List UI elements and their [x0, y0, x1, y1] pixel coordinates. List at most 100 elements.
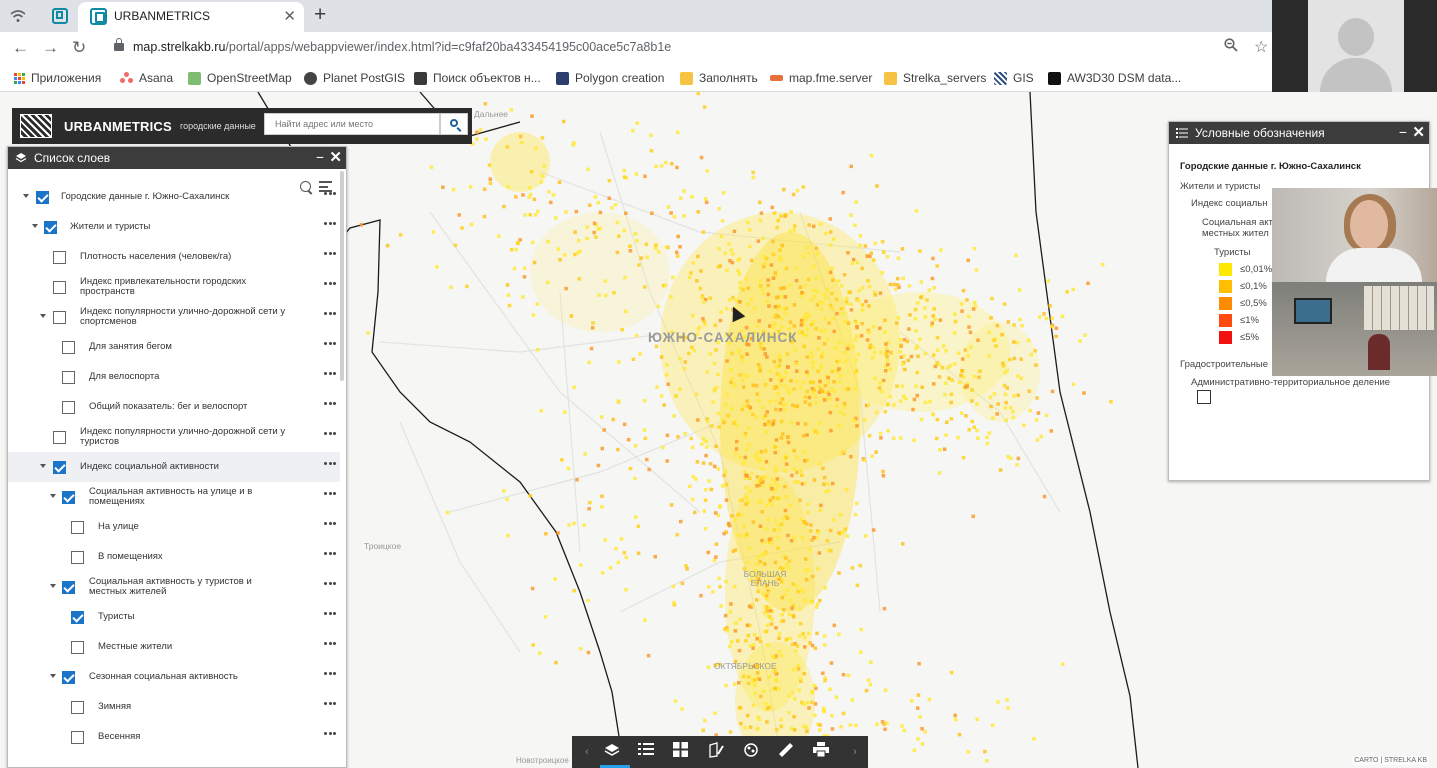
layer-row[interactable]: Индекс популярности улично-дорожной сети…	[8, 422, 340, 452]
layer-row[interactable]: Для велоспорта	[8, 362, 340, 392]
layer-row[interactable]: Индекс привлекательности городских прост…	[8, 272, 340, 302]
layer-checkbox[interactable]	[62, 401, 75, 414]
legend-widget-button[interactable]	[638, 742, 660, 762]
expand-arrow-icon[interactable]	[40, 314, 46, 318]
map-view[interactable]: Дальнее ЮЖНО-САХАЛИНСК Троицкое БОЛЬШАЯ …	[0, 92, 1437, 768]
layer-checkbox[interactable]	[62, 371, 75, 384]
bookmark-planet-postgis[interactable]: Planet PostGIS	[304, 71, 405, 85]
layer-checkbox[interactable]	[53, 431, 66, 444]
map-attribution[interactable]: CARTO | STRELKA KB	[1352, 756, 1429, 765]
pinned-tab-favicon-icon[interactable]	[50, 6, 70, 26]
more-options-icon[interactable]	[324, 582, 336, 586]
layer-checkbox[interactable]	[36, 191, 49, 204]
bookmark-search-objects[interactable]: Поиск объектов н...	[414, 71, 541, 85]
layer-checkbox[interactable]	[53, 461, 66, 474]
forward-icon[interactable]: →	[42, 38, 59, 58]
layer-row[interactable]: Индекс популярности улично-дорожной сети…	[8, 302, 340, 332]
bookmark-openstreetmap[interactable]: OpenStreetMap	[188, 71, 292, 85]
layer-checkbox[interactable]	[71, 731, 84, 744]
layer-checkbox[interactable]	[71, 611, 84, 624]
layer-row[interactable]: Социальная активность у туристов и местн…	[8, 572, 340, 602]
more-options-icon[interactable]	[324, 672, 336, 676]
bookmark-gis[interactable]: GIS	[994, 71, 1034, 85]
expand-arrow-icon[interactable]	[50, 584, 56, 588]
more-options-icon[interactable]	[324, 312, 336, 316]
print-widget-button[interactable]	[813, 742, 835, 762]
layer-checkbox[interactable]	[71, 701, 84, 714]
measure-widget-button[interactable]	[778, 742, 800, 762]
search-button[interactable]	[440, 113, 468, 135]
layer-row[interactable]: Городские данные г. Южно-Сахалинск	[8, 182, 340, 212]
more-options-icon[interactable]	[324, 282, 336, 286]
layer-row[interactable]: На улице	[8, 512, 340, 542]
more-options-icon[interactable]	[324, 222, 336, 226]
layer-checkbox[interactable]	[53, 281, 66, 294]
layer-checkbox[interactable]	[62, 341, 75, 354]
layer-row[interactable]: Весенняя	[8, 722, 340, 752]
minimize-icon[interactable]: −	[1399, 124, 1407, 140]
layer-checkbox[interactable]	[71, 521, 84, 534]
layer-checkbox[interactable]	[44, 221, 57, 234]
browser-tab-active[interactable]: URBANMETRICS ✕	[78, 2, 304, 32]
zoom-icon[interactable]	[1224, 38, 1238, 56]
layer-row[interactable]: Индекс социальной активности	[8, 452, 340, 482]
layer-checkbox[interactable]	[53, 311, 66, 324]
scroll-left-icon[interactable]: ‹	[576, 742, 598, 762]
layer-row[interactable]: Для занятия бегом	[8, 332, 340, 362]
back-icon[interactable]: ←	[12, 38, 29, 58]
layer-row[interactable]: Местные жители	[8, 632, 340, 662]
expand-arrow-icon[interactable]	[32, 224, 38, 228]
layer-row[interactable]: Социальная активность на улице и в помещ…	[8, 482, 340, 512]
more-options-icon[interactable]	[324, 342, 336, 346]
close-icon[interactable]: ✕	[1412, 123, 1425, 141]
wifi-icon[interactable]	[8, 6, 28, 26]
more-options-icon[interactable]	[324, 612, 336, 616]
new-tab-icon[interactable]: +	[314, 3, 326, 27]
layer-row[interactable]: Общий показатель: бег и велоспорт	[8, 392, 340, 422]
layer-checkbox[interactable]	[53, 251, 66, 264]
more-options-icon[interactable]	[324, 702, 336, 706]
bookmark-fme-server[interactable]: map.fme.server	[770, 71, 872, 85]
layer-checkbox[interactable]	[71, 551, 84, 564]
bookmark-star-icon[interactable]: ☆	[1254, 37, 1268, 57]
layer-row[interactable]: Жители и туристы	[8, 212, 340, 242]
lock-icon[interactable]	[114, 38, 124, 51]
bookmark-asana[interactable]: Asana	[120, 71, 173, 85]
minimize-icon[interactable]: −	[316, 149, 324, 165]
more-options-icon[interactable]	[324, 522, 336, 526]
layer-checkbox[interactable]	[71, 641, 84, 654]
more-options-icon[interactable]	[324, 252, 336, 256]
bookmark-polygon-creation[interactable]: Polygon creation	[556, 71, 664, 85]
tab-close-icon[interactable]: ✕	[283, 7, 296, 25]
more-options-icon[interactable]	[324, 462, 336, 466]
layer-checkbox[interactable]	[62, 581, 75, 594]
more-options-icon[interactable]	[324, 492, 336, 496]
expand-arrow-icon[interactable]	[40, 464, 46, 468]
layer-checkbox[interactable]	[62, 671, 75, 684]
bookmark-aw3d30[interactable]: AW3D30 DSM data...	[1048, 71, 1181, 85]
bookmark-zapolnyat[interactable]: Заполнять	[680, 71, 758, 85]
expand-arrow-icon[interactable]	[50, 674, 56, 678]
layer-row[interactable]: Туристы	[8, 602, 340, 632]
scrollbar[interactable]	[340, 171, 344, 381]
more-options-icon[interactable]	[324, 372, 336, 376]
expand-arrow-icon[interactable]	[50, 494, 56, 498]
bookmark-strelka-servers[interactable]: Strelka_servers	[884, 71, 986, 85]
layers-widget-button[interactable]	[604, 742, 626, 762]
address-search-input[interactable]	[264, 113, 440, 135]
scroll-right-icon[interactable]: ›	[844, 742, 866, 762]
more-options-icon[interactable]	[324, 642, 336, 646]
reload-icon[interactable]: ↻	[72, 38, 86, 58]
layer-row[interactable]: Зимняя	[8, 692, 340, 722]
expand-arrow-icon[interactable]	[23, 194, 29, 198]
analysis-widget-button[interactable]	[743, 742, 765, 762]
more-options-icon[interactable]	[324, 402, 336, 406]
layer-checkbox[interactable]	[62, 491, 75, 504]
address-bar[interactable]: map.strelkakb.ru/portal/apps/webappviewe…	[133, 40, 671, 54]
layer-row[interactable]: Сезонная социальная активность	[8, 662, 340, 692]
more-options-icon[interactable]	[324, 732, 336, 736]
layer-row[interactable]: Плотность населения (человек/га)	[8, 242, 340, 272]
layer-row[interactable]: В помещениях	[8, 542, 340, 572]
close-icon[interactable]: ✕	[329, 148, 342, 166]
more-options-icon[interactable]	[324, 192, 336, 196]
